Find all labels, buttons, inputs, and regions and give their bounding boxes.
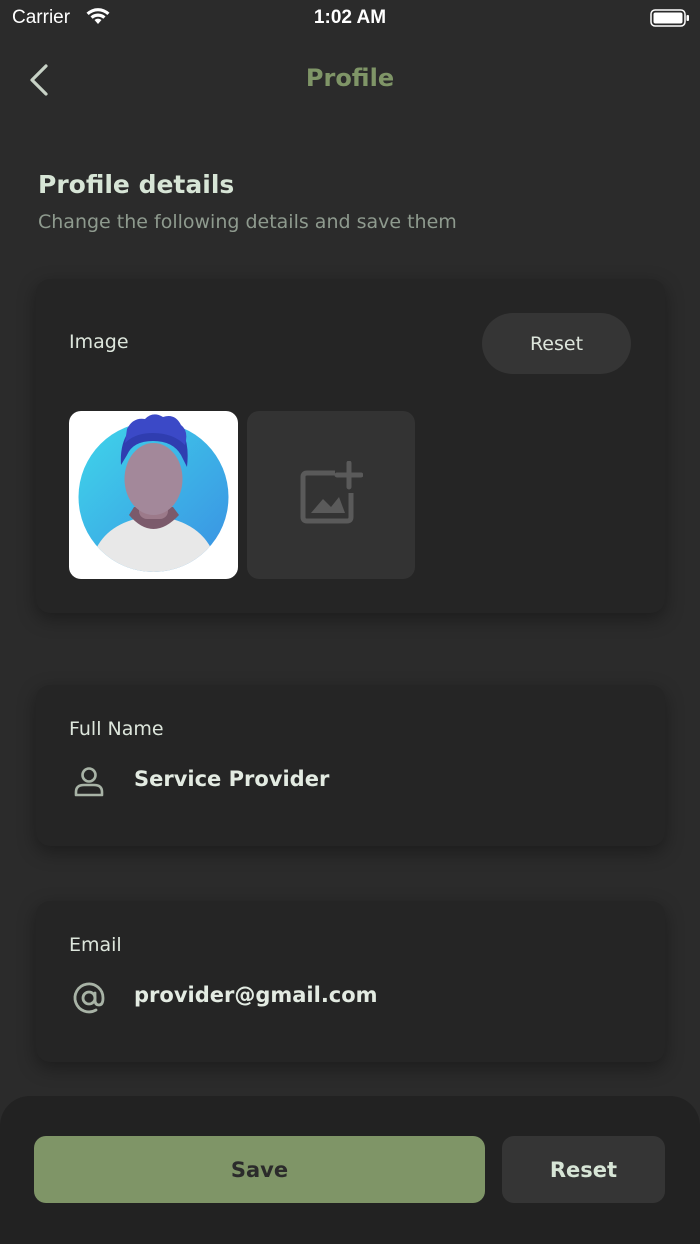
email-label: Email [69,934,122,956]
at-sign-icon [73,982,105,1014]
page-title: Profile [305,64,395,92]
status-bar: Carrier 1:02 AM [0,0,700,36]
full-name-card[interactable]: Full Name Service Provider [36,685,665,846]
image-label: Image [69,331,129,353]
image-card: Image Reset [36,279,665,613]
email-card[interactable]: Email provider@gmail.com [36,901,665,1062]
email-value: provider@gmail.com [134,983,378,1007]
section-title: Profile details [38,170,235,199]
full-name-value: Service Provider [134,767,330,791]
section-subtitle: Change the following details and save th… [38,211,457,233]
add-image-button[interactable] [247,411,415,579]
save-button[interactable]: Save [34,1136,485,1203]
image-reset-button[interactable]: Reset [482,313,631,374]
avatar-illustration [78,414,229,572]
status-time: 1:02 AM [313,7,387,28]
add-photo-icon [300,461,363,524]
avatar-image[interactable] [69,411,238,579]
battery-icon [650,9,689,27]
bottom-action-bar: Save Reset [0,1096,700,1244]
reset-button[interactable]: Reset [502,1136,665,1203]
person-icon [74,767,104,797]
full-name-label: Full Name [69,718,164,740]
